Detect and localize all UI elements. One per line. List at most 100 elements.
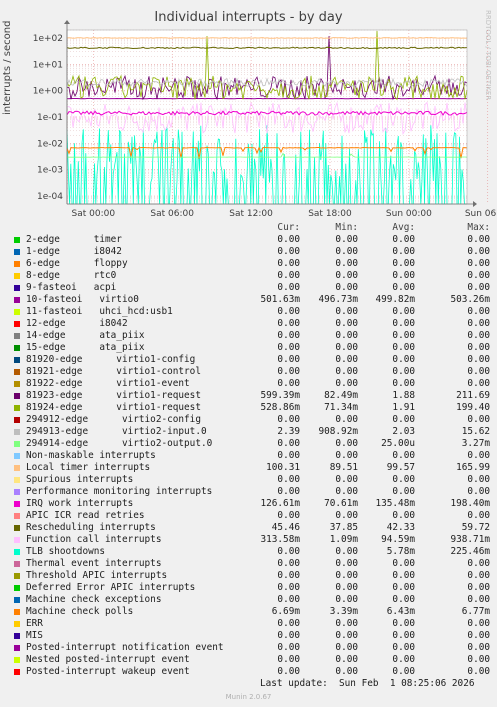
legend-series-name: Posted-interrupt wakeup event bbox=[26, 666, 190, 677]
legend-value-cur: 126.61m bbox=[260, 498, 300, 509]
y-tick-label: 1e-01 bbox=[37, 113, 63, 123]
legend-series-name: 9-fasteoi acpi bbox=[26, 282, 117, 293]
legend-value-min: 0.00 bbox=[335, 510, 358, 521]
legend-swatch bbox=[14, 609, 20, 615]
legend-value-avg: 1.91 bbox=[392, 402, 415, 413]
x-axis-arrow bbox=[473, 201, 477, 207]
legend-value-avg: 0.00 bbox=[392, 234, 415, 245]
legend-series-name: Thermal event interrupts bbox=[26, 558, 162, 569]
legend-row: 2-edge timer 0.00 0.00 0.00 0.00 bbox=[12, 234, 490, 246]
last-update: Last update: Sun Feb 1 08:25:06 2026 bbox=[260, 678, 475, 689]
legend-value-max: 225.46m bbox=[450, 546, 490, 557]
legend-value-cur: 45.46 bbox=[271, 522, 300, 533]
legend-value-avg: 94.59m bbox=[381, 534, 415, 545]
legend-value-cur: 6.69m bbox=[271, 606, 300, 617]
legend-row: Thermal event interrupts 0.00 0.00 0.00 0.00 bbox=[12, 558, 490, 570]
legend-value-cur: 0.00 bbox=[277, 258, 300, 269]
legend-value-max: 0.00 bbox=[467, 594, 490, 605]
legend-value-cur: 0.00 bbox=[277, 330, 300, 341]
legend-swatch bbox=[14, 273, 20, 279]
legend-value-avg: 0.00 bbox=[392, 270, 415, 281]
legend-value-cur: 0.00 bbox=[277, 486, 300, 497]
legend-series-name: 81924-edge virtio1-request bbox=[26, 402, 201, 413]
legend-swatch bbox=[14, 309, 20, 315]
legend-value-max: 938.71m bbox=[450, 534, 490, 545]
legend-value-max: 0.00 bbox=[467, 318, 490, 329]
legend-series-name: 10-fasteoi virtio0 bbox=[26, 294, 139, 305]
plot-area: Sat 00:00 Sat 06:00 Sat 12:00 Sat 18:00 Sun … bbox=[33, 20, 497, 219]
legend-value-min: 0.00 bbox=[335, 306, 358, 317]
legend-value-max: 0.00 bbox=[467, 642, 490, 653]
y-tick-label: 1e+00 bbox=[33, 87, 64, 97]
legend-value-min: 0.00 bbox=[335, 378, 358, 389]
legend-table: Cur: Min: Avg: Max: 2-edge timer 0.00 0.00 0.00… bbox=[12, 222, 490, 678]
legend-value-cur: 0.00 bbox=[277, 414, 300, 425]
legend-swatch bbox=[14, 669, 20, 675]
legend-swatch bbox=[14, 249, 20, 255]
legend-row: 10-fasteoi virtio0 501.63m 496.73m 499.82m 5… bbox=[12, 294, 490, 306]
legend-value-cur: 0.00 bbox=[277, 282, 300, 293]
legend-value-avg: 0.00 bbox=[392, 258, 415, 269]
x-tick-label: Sun 00:00 bbox=[386, 209, 432, 219]
legend-value-avg: 0.00 bbox=[392, 666, 415, 677]
y-tick-label: 1e-02 bbox=[37, 139, 63, 149]
legend-header-cell: Avg: bbox=[392, 222, 415, 233]
legend-row: 8-edge rtc0 0.00 0.00 0.00 0.00 bbox=[12, 270, 490, 282]
legend-series-name: Deferred Error APIC interrupts bbox=[26, 582, 196, 593]
legend-row: Machine check polls 6.69m 3.39m 6.43m 6.77m bbox=[12, 606, 490, 618]
legend-value-min: 0.00 bbox=[335, 318, 358, 329]
legend-value-cur: 0.00 bbox=[277, 270, 300, 281]
legend-value-avg: 0.00 bbox=[392, 570, 415, 581]
legend-value-max: 0.00 bbox=[467, 270, 490, 281]
legend-series-name: 81921-edge virtio1-control bbox=[26, 366, 201, 377]
legend-swatch bbox=[14, 645, 20, 651]
legend-value-min: 0.00 bbox=[335, 330, 358, 341]
legend-series-name: APIC ICR read retries bbox=[26, 510, 145, 521]
legend-value-cur: 0.00 bbox=[277, 354, 300, 365]
legend-row: Posted-interrupt notification event 0.00 0… bbox=[12, 642, 490, 654]
legend-series-name: 294914-edge virtio2-output.0 bbox=[26, 438, 213, 449]
legend-swatch bbox=[14, 381, 20, 387]
legend-series-name: Rescheduling interrupts bbox=[26, 522, 156, 533]
legend-value-cur: 313.58m bbox=[260, 534, 300, 545]
legend-value-avg: 0.00 bbox=[392, 642, 415, 653]
legend-header-cell: Max: bbox=[467, 222, 490, 233]
legend-row: 81920-edge virtio1-config 0.00 0.00 0.00 0.0… bbox=[12, 354, 490, 366]
legend-row: Posted-interrupt wakeup event 0.00 0.00 0.0… bbox=[12, 666, 490, 678]
legend-header: Cur: Min: Avg: Max: bbox=[12, 222, 490, 234]
legend-value-min: 0.00 bbox=[335, 582, 358, 593]
legend-value-cur: 501.63m bbox=[260, 294, 300, 305]
legend-value-min: 0.00 bbox=[335, 558, 358, 569]
legend-value-max: 0.00 bbox=[467, 582, 490, 593]
legend-value-max: 0.00 bbox=[467, 618, 490, 629]
munin-version: Munin 2.0.67 bbox=[225, 693, 272, 701]
legend-value-min: 89.51 bbox=[329, 462, 358, 473]
legend-swatch bbox=[14, 237, 20, 243]
legend-value-max: 0.00 bbox=[467, 234, 490, 245]
legend-swatch bbox=[14, 261, 20, 267]
legend-value-cur: 0.00 bbox=[277, 342, 300, 353]
legend-value-cur: 0.00 bbox=[277, 438, 300, 449]
legend-value-cur: 0.00 bbox=[277, 654, 300, 665]
legend-row: 294914-edge virtio2-output.0 0.00 0.00 25.0… bbox=[12, 438, 490, 450]
legend-row: 294912-edge virtio2-config 0.00 0.00 0.00 0.… bbox=[12, 414, 490, 426]
legend-row: Function call interrupts 313.58m 1.09m 94.5… bbox=[12, 534, 490, 546]
legend-value-min: 37.85 bbox=[329, 522, 358, 533]
legend-swatch bbox=[14, 357, 20, 363]
legend-value-max: 198.40m bbox=[450, 498, 490, 509]
legend-series-name: Machine check polls bbox=[26, 606, 134, 617]
legend-value-cur: 0.00 bbox=[277, 474, 300, 485]
legend-row: 12-edge i8042 0.00 0.00 0.00 0.00 bbox=[12, 318, 490, 330]
legend-value-avg: 499.82m bbox=[375, 294, 415, 305]
legend-swatch bbox=[14, 321, 20, 327]
legend-row: Nested posted-interrupt event 0.00 0.00 0.0… bbox=[12, 654, 490, 666]
legend-value-min: 0.00 bbox=[335, 642, 358, 653]
legend-value-avg: 1.88 bbox=[392, 390, 415, 401]
legend-value-cur: 0.00 bbox=[277, 450, 300, 461]
munin-graph: Individual interrupts - by day interrupt… bbox=[0, 0, 497, 707]
legend-value-avg: 0.00 bbox=[392, 378, 415, 389]
x-tick-label: Sat 12:00 bbox=[229, 209, 273, 219]
legend-series-name: 1-edge i8042 bbox=[26, 246, 122, 257]
legend-value-max: 0.00 bbox=[467, 342, 490, 353]
legend-swatch bbox=[14, 429, 20, 435]
